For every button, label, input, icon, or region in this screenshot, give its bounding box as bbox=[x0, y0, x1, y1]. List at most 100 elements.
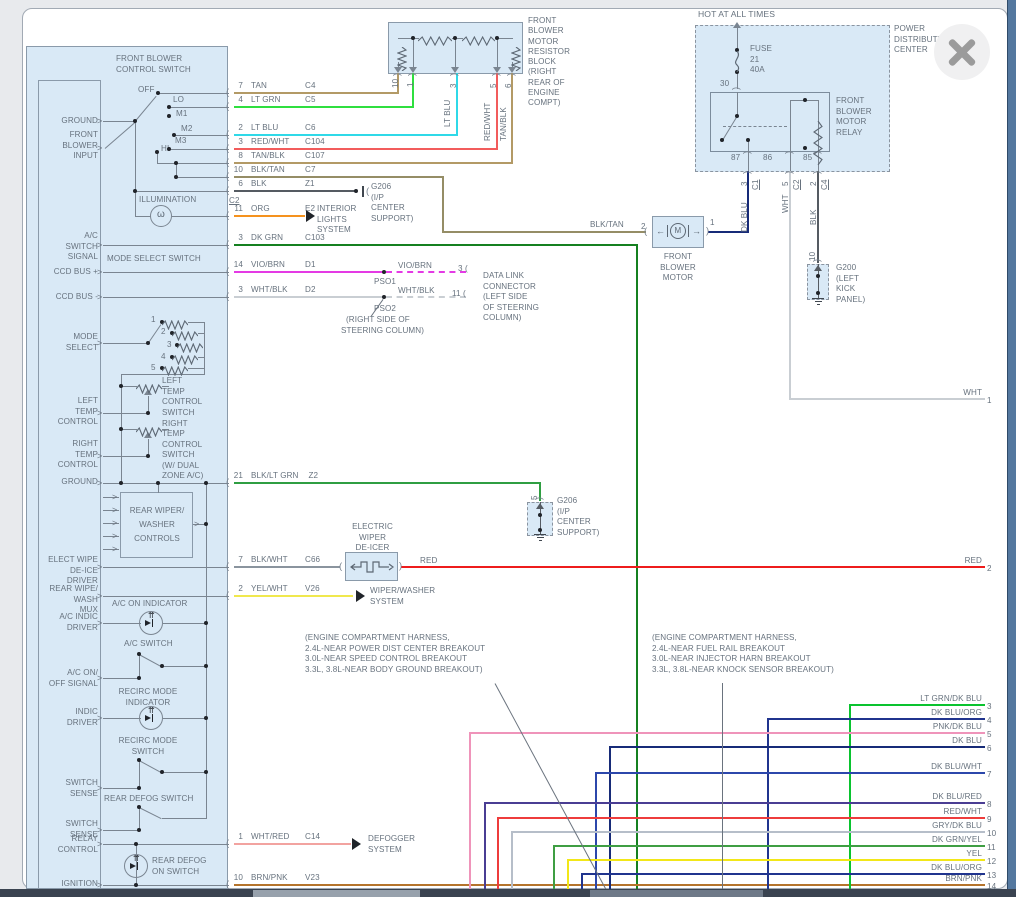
row-blkwht-part: C66 bbox=[305, 555, 321, 564]
wire-dkgrn-yel-11 bbox=[553, 845, 555, 890]
row-dkgrn-part: C103 bbox=[305, 233, 325, 242]
edge-dkblu-red-label: DK BLU/RED bbox=[932, 792, 982, 801]
label-head-title: FRONT BLOWER CONTROL SWITCH bbox=[116, 54, 191, 74]
head-row-lefttemp bbox=[102, 412, 149, 414]
label-off: OFF bbox=[138, 85, 155, 94]
row-redwht-part: 3 bbox=[238, 137, 243, 146]
pin-arrow-icon: > bbox=[112, 517, 118, 528]
connector-pin-icon: ( bbox=[812, 170, 824, 175]
mode-resistor-1 bbox=[161, 317, 189, 331]
edge-wht-label: WHT bbox=[963, 388, 982, 397]
row-viobrn-part: D1 bbox=[305, 260, 316, 269]
rot-c1: C1 bbox=[751, 179, 760, 190]
pin-ground-top: GROUND bbox=[61, 116, 98, 125]
row-brnpnk-label: 10 BRN/PNK V23 bbox=[229, 873, 320, 884]
label-pso2-2: (RIGHT SIDE OF bbox=[346, 315, 410, 324]
head-row-electwipe bbox=[102, 566, 229, 568]
fuse-icon bbox=[731, 50, 743, 73]
rot-c4: C4 bbox=[820, 179, 829, 190]
wire-yel-12 bbox=[567, 859, 569, 890]
pin-mode-select: MODE SELECT bbox=[65, 332, 98, 352]
rot-pin-3: 3 bbox=[740, 181, 749, 186]
wire-blktan-c7 bbox=[442, 231, 646, 233]
label-rear-defog-on: REAR DEFOG ON SWITCH bbox=[152, 856, 207, 876]
rb-drop-4 bbox=[496, 37, 498, 69]
head-row-rearwipe bbox=[102, 595, 229, 597]
rb-arrow-3 bbox=[451, 67, 459, 73]
pin-arrow-icon: > bbox=[97, 590, 103, 601]
head-acsw-stem bbox=[138, 653, 140, 679]
row-blktan-part: 10 bbox=[233, 165, 243, 174]
blower-motor-icon-m: M bbox=[674, 226, 682, 235]
head-row-ccdplus bbox=[102, 271, 229, 273]
label-mode-4: 4 bbox=[161, 352, 166, 361]
close-button[interactable] bbox=[934, 24, 990, 80]
connector-pin-icon: ( bbox=[731, 86, 743, 91]
connector-pin-icon: ( bbox=[644, 226, 648, 237]
edge-redwht-label: RED/WHT bbox=[943, 807, 982, 816]
head-acsw-right bbox=[161, 665, 207, 667]
head-row-blk bbox=[134, 190, 229, 192]
row-whtred-label: 1 WHT/RED C14 bbox=[229, 832, 320, 843]
pin-arrow-icon: > bbox=[97, 115, 103, 126]
head-row-lo bbox=[168, 106, 229, 108]
head-row-ccdminus bbox=[102, 296, 229, 298]
row-dkgrn-part: DK GRN bbox=[251, 233, 284, 242]
label-hot-at-all-times: HOT AT ALL TIMES bbox=[698, 9, 776, 19]
edge-dkblu-red-number: 8 bbox=[987, 800, 992, 809]
label-pin-30: 30 bbox=[720, 79, 730, 88]
head-defogsw-right bbox=[161, 817, 207, 819]
row-blkwht-label: 7 BLK/WHT C66 bbox=[229, 555, 320, 566]
head-ground-row bbox=[102, 120, 136, 122]
label-whtblk-mid: WHT/BLK bbox=[398, 286, 435, 295]
wire-tan-c4 bbox=[234, 92, 399, 94]
g206-entry-arrow bbox=[536, 503, 544, 509]
head-ground-vertical bbox=[134, 120, 136, 217]
label-m1: M1 bbox=[176, 109, 188, 118]
rot-rb-pin-3: 3 bbox=[449, 83, 458, 88]
rot-c2: C2 bbox=[792, 179, 801, 190]
rot-rb-pin-10: 10 bbox=[391, 78, 400, 88]
connector-pin-icon: ( bbox=[784, 150, 796, 155]
connector-pin-icon: ( bbox=[226, 185, 230, 196]
edge-dkblu-label: DK BLU bbox=[952, 736, 982, 745]
label-mode-select-switch: MODE SELECT SWITCH bbox=[107, 254, 201, 263]
row-blktan-part: BLK/TAN bbox=[251, 165, 285, 174]
edge-dkgrn-yel-label: DK GRN/YEL bbox=[931, 835, 982, 844]
edge-pnk-dkblu-number: 5 bbox=[987, 730, 992, 739]
connector-pin-icon: ( bbox=[226, 561, 230, 572]
note2-pointer bbox=[721, 682, 723, 890]
wire-ltgrn-c5 bbox=[234, 106, 414, 108]
connector-pin-icon: ( bbox=[534, 496, 546, 501]
head-acbus bbox=[205, 482, 207, 819]
connector-pin-icon: ( bbox=[226, 838, 230, 849]
pin-arrow-icon: > bbox=[97, 142, 103, 153]
mode-resistor-2 bbox=[171, 328, 199, 342]
connector-pin-icon: ( bbox=[407, 72, 419, 77]
connector-pin-icon: ( bbox=[226, 266, 230, 277]
row-tan-label: 7 TAN C4 bbox=[229, 81, 316, 92]
edge-pnk-dkblu-label: PNK/DK BLU bbox=[932, 722, 982, 731]
label-viobrn-mid: VIO/BRN bbox=[398, 261, 432, 270]
label-motor-pin1: 1 bbox=[710, 218, 715, 227]
connector-pin-icon: ( bbox=[226, 879, 230, 890]
g206-top-ground-icon bbox=[362, 186, 364, 197]
row-ltblu-part: 2 bbox=[238, 123, 243, 132]
row-blkwht-part: 7 bbox=[238, 555, 243, 564]
relay-pin30 bbox=[736, 91, 738, 117]
pin-arrow-icon: > bbox=[97, 239, 103, 250]
pin-left-temp: LEFT TEMP CONTROL bbox=[57, 396, 98, 427]
g200-ground-icon bbox=[812, 298, 824, 300]
head-row-relayctl bbox=[102, 843, 229, 845]
g206-ground-icon bbox=[534, 534, 546, 536]
label-right-temp-switch: RIGHT TEMP CONTROL SWITCH (W/ DUAL ZONE … bbox=[162, 419, 204, 481]
stub-r1 bbox=[187, 321, 205, 323]
right-scroll-strip[interactable] bbox=[1007, 0, 1016, 889]
label-m2: M2 bbox=[181, 124, 193, 133]
edge-dkblu-org-4-label: DK BLU/ORG bbox=[931, 708, 982, 717]
wiper-washer-arrow bbox=[356, 590, 365, 602]
pin-elect-wipe: ELECT WIPE DE-ICE DRIVER bbox=[48, 555, 98, 586]
row-ltblu-label: 2 LT BLU C6 bbox=[229, 123, 316, 134]
row-redwht-label: 3 RED/WHT C104 bbox=[229, 137, 325, 148]
pin-arrow-icon: > bbox=[112, 530, 118, 541]
